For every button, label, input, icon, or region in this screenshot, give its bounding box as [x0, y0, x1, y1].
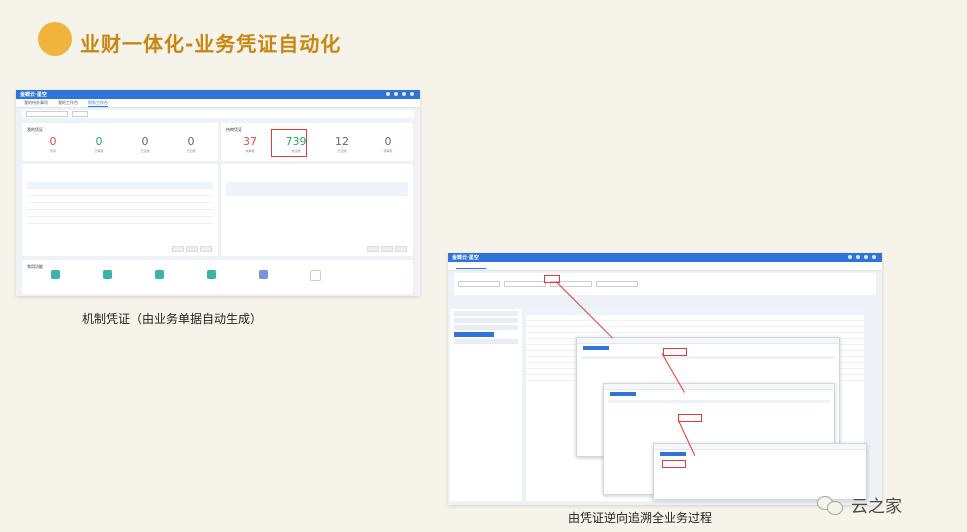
caption-left: 机制凭证（由业务单据自动生成） — [82, 312, 263, 326]
quick-item-1[interactable] — [40, 270, 70, 279]
tab-workbench[interactable]: 我的工作台 — [58, 100, 78, 106]
query-toolbar — [454, 273, 876, 295]
stat-posted[interactable]: 0 已过账 — [120, 135, 170, 153]
app-topbar: 金蝶云·星空 — [16, 90, 420, 99]
stat-audited[interactable]: 0 已审核 — [74, 135, 124, 153]
my-vouchers-title: 我的凭证 — [27, 127, 43, 132]
right-report-table — [226, 182, 408, 196]
quick-item-add[interactable] — [300, 270, 330, 281]
app-topbar-2: 金蝶云·星空 — [448, 253, 882, 262]
quick-item-3[interactable] — [144, 270, 174, 279]
title-dot — [38, 22, 72, 56]
trace-tabs — [448, 262, 882, 271]
query-field-2[interactable] — [504, 281, 546, 287]
quick-item-5[interactable] — [248, 270, 278, 279]
topbar-icons — [386, 92, 414, 96]
wechat-icon — [817, 494, 845, 516]
pending-vouchers-card: 待审凭证 37 未审核 739 未过账 12 已记账 0 待审核 — [221, 123, 413, 161]
stat-pending[interactable]: 0 待审核 — [363, 135, 413, 153]
watermark-text: 云之家 — [851, 497, 902, 517]
period-select[interactable] — [72, 111, 88, 117]
account-tree-panel — [450, 309, 522, 501]
app-logo-2: 金蝶云·星空 — [452, 255, 479, 261]
tab-todo[interactable]: 我的待办事项 — [24, 100, 48, 106]
dialog2-button[interactable] — [610, 392, 636, 396]
dialog1-button[interactable] — [583, 346, 609, 350]
dialog1-highlight — [663, 348, 687, 356]
right-pager[interactable] — [367, 246, 407, 252]
dialog3-button[interactable] — [660, 452, 686, 456]
org-select[interactable] — [26, 111, 68, 117]
pending-vouchers-title: 待审凭证 — [226, 127, 242, 132]
caption-right: 由凭证逆向追溯全业务过程 — [568, 511, 713, 525]
common-functions-card: 常用功能 — [22, 260, 413, 294]
quick-item-4[interactable] — [196, 270, 226, 279]
highlight-box — [271, 129, 307, 157]
tab-finance[interactable]: 财务工作台 — [88, 100, 108, 107]
right-report-card — [221, 164, 413, 256]
tab-voucher-query[interactable] — [456, 264, 486, 269]
dashboard-screenshot: 金蝶云·星空 我的待办事项 我的工作台 财务工作台 我的凭证 0 暂存 0 已审核 … — [16, 90, 420, 296]
quick-item-2[interactable] — [92, 270, 122, 279]
slide-title: 业财一体化-业务凭证自动化 — [80, 32, 342, 56]
stat-draft[interactable]: 0 暂存 — [28, 135, 78, 153]
stat-recorded[interactable]: 0 已记账 — [166, 135, 216, 153]
stat-recorded-2[interactable]: 12 已记账 — [317, 135, 367, 153]
query-field-1[interactable] — [458, 281, 500, 287]
query-field-4[interactable] — [596, 281, 638, 287]
left-pager[interactable] — [172, 246, 212, 252]
dashboard-tabs: 我的待办事项 我的工作台 财务工作台 — [16, 99, 420, 108]
app-logo: 金蝶云·星空 — [20, 92, 47, 98]
watermark: 云之家 — [817, 492, 902, 517]
stat-unaudited[interactable]: 37 未审核 — [225, 135, 275, 153]
topbar-icons-2 — [848, 255, 876, 259]
left-report-card — [22, 164, 218, 256]
org-filter — [22, 110, 414, 118]
my-vouchers-card: 我的凭证 0 暂存 0 已审核 0 已过账 0 已记账 — [22, 123, 218, 161]
dialog3-highlight — [662, 460, 686, 468]
trace-screenshot: 金蝶云·星空 — [448, 253, 882, 505]
left-report-table — [27, 182, 213, 224]
dialog2-highlight — [678, 414, 702, 422]
